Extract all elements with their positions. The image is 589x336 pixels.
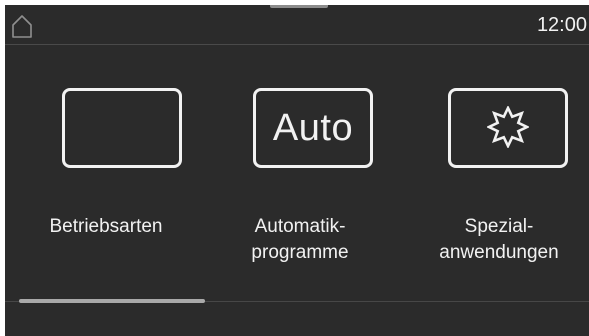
tile-label-automatikprogramme: Automatik- programme [251,216,349,263]
special-frame [448,88,568,168]
tile-spezialanwendungen[interactable]: Spezial- anwendungen [419,88,579,298]
tile-betriebsarten[interactable]: Betriebsarten [26,88,186,298]
auto-icon: Auto [253,88,373,168]
page-indicator[interactable] [19,299,205,303]
auto-icon-text: Auto [272,106,354,149]
tile-automatikprogramme[interactable]: Auto Automatik- programme [220,88,380,298]
status-bar: 12:00 [5,5,589,45]
star-burst-icon [487,106,529,148]
empty-frame-icon [62,88,182,168]
pull-down-handle[interactable] [270,5,328,8]
clock: 12:00 [536,14,587,36]
tile-label-spezialanwendungen: Spezial- anwendungen [439,216,559,263]
home-icon[interactable] [11,13,33,39]
tile-label-betriebsarten: Betriebsarten [49,216,163,237]
display-screen: 12:00 Betriebsarten Auto Automatik- prog… [5,5,589,336]
